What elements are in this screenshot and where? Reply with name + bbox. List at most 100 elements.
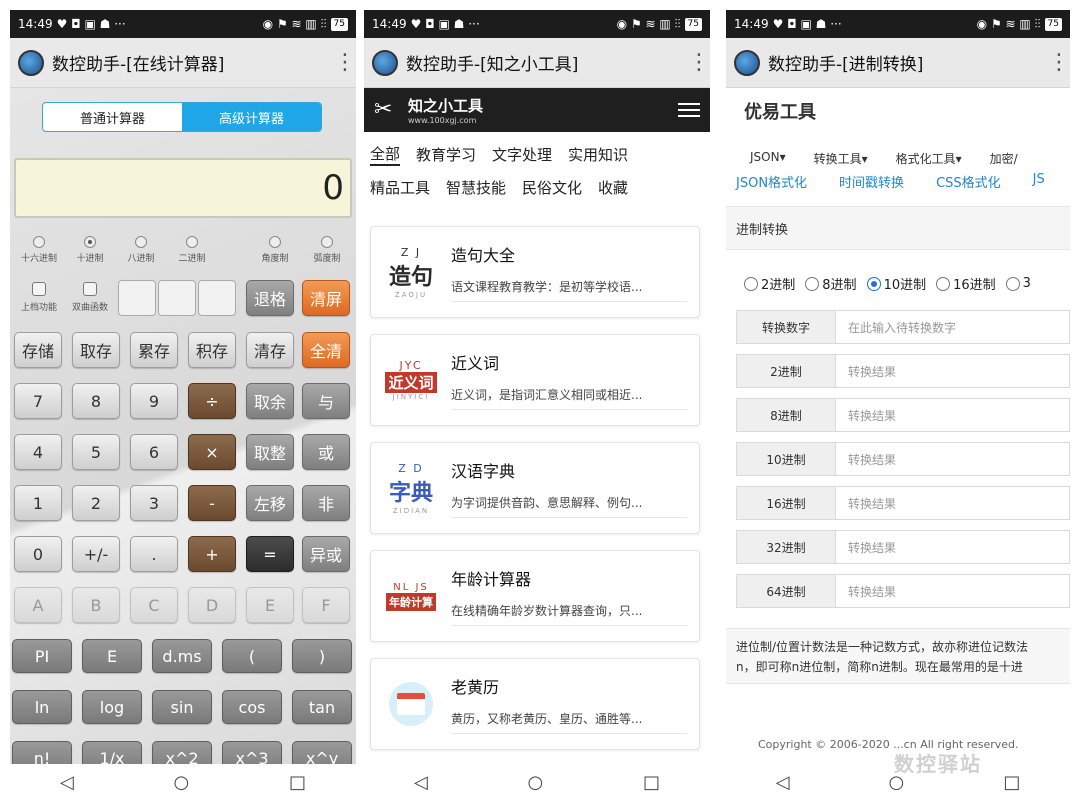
- radio-base-2[interactable]: 2进制: [744, 274, 795, 293]
- back-icon[interactable]: ◁: [60, 772, 74, 793]
- key-tan[interactable]: tan: [292, 690, 352, 724]
- checkbox-shift[interactable]: 上档功能: [14, 282, 64, 313]
- recents-icon[interactable]: □: [289, 772, 306, 793]
- key-hex-b[interactable]: B: [72, 587, 120, 623]
- result-field-16[interactable]: 转换结果: [836, 486, 1070, 520]
- result-field-10[interactable]: 转换结果: [836, 442, 1070, 476]
- link-json-format[interactable]: JSON格式化: [736, 172, 807, 191]
- key-store[interactable]: 存储: [14, 332, 62, 368]
- category-premium[interactable]: 精品工具: [370, 177, 430, 198]
- key-recall[interactable]: 取存: [72, 332, 120, 368]
- key-xor[interactable]: 异或: [302, 536, 350, 572]
- key-clear-screen[interactable]: 清屏: [302, 280, 350, 316]
- radio-radian[interactable]: 弧度制: [302, 236, 352, 264]
- key-and[interactable]: 与: [302, 383, 350, 419]
- radio-base-10[interactable]: 10进制: [866, 274, 926, 293]
- more-menu-icon[interactable]: ⋮: [1048, 51, 1070, 73]
- key-hex-c[interactable]: C: [130, 587, 178, 623]
- key-decimal[interactable]: .: [130, 536, 178, 572]
- menu-convert-tools[interactable]: 转换工具▾: [814, 150, 868, 167]
- radio-octal[interactable]: 八进制: [116, 236, 166, 264]
- list-item[interactable]: Z J 造句 ZAOJU 造句大全 语文课程教育教学：是初等学校语...: [370, 226, 700, 318]
- more-menu-icon[interactable]: ⋮: [688, 51, 710, 73]
- radio-hex[interactable]: 十六进制: [14, 236, 64, 264]
- key-backspace[interactable]: 退格: [246, 280, 294, 316]
- key-3[interactable]: 3: [130, 485, 178, 521]
- key-hex-e[interactable]: E: [246, 587, 294, 623]
- key-4[interactable]: 4: [14, 434, 62, 470]
- category-text[interactable]: 文字处理: [492, 144, 552, 165]
- link-js[interactable]: JS: [1033, 172, 1045, 191]
- key-multiply[interactable]: ×: [188, 434, 236, 470]
- key-hex-d[interactable]: D: [188, 587, 236, 623]
- key-close-paren[interactable]: ): [292, 639, 352, 673]
- category-knowledge[interactable]: 实用知识: [568, 144, 628, 165]
- more-menu-icon[interactable]: ⋮: [334, 51, 356, 73]
- key-mem-clear[interactable]: 清存: [246, 332, 294, 368]
- checkbox-hyperbolic[interactable]: 双曲函数: [65, 282, 115, 313]
- recents-icon[interactable]: □: [643, 772, 660, 793]
- key-or[interactable]: 或: [302, 434, 350, 470]
- menu-encrypt[interactable]: 加密/: [990, 150, 1018, 167]
- key-9[interactable]: 9: [130, 383, 178, 419]
- home-icon[interactable]: ○: [174, 772, 190, 793]
- key-minus[interactable]: -: [188, 485, 236, 521]
- number-input[interactable]: 在此输入待转换数字: [836, 310, 1070, 344]
- radio-base-16[interactable]: 16进制: [936, 274, 996, 293]
- key-all-clear[interactable]: 全清: [302, 332, 350, 368]
- category-all[interactable]: 全部: [370, 143, 401, 166]
- tab-advanced-calculator[interactable]: 高级计算器: [182, 103, 321, 131]
- key-hex-f[interactable]: F: [302, 587, 350, 623]
- key-mod[interactable]: 取余: [246, 383, 294, 419]
- key-mem-add[interactable]: 累存: [130, 332, 178, 368]
- menu-json[interactable]: JSON▾: [750, 150, 786, 167]
- radio-degree[interactable]: 角度制: [250, 236, 300, 264]
- key-log[interactable]: log: [82, 690, 142, 724]
- key-8[interactable]: 8: [72, 383, 120, 419]
- back-icon[interactable]: ◁: [776, 772, 790, 793]
- radio-binary[interactable]: 二进制: [167, 236, 217, 264]
- category-education[interactable]: 教育学习: [416, 144, 476, 165]
- key-not[interactable]: 非: [302, 485, 350, 521]
- key-pi[interactable]: PI: [12, 639, 72, 673]
- key-shift-left[interactable]: 左移: [246, 485, 294, 521]
- key-divide[interactable]: ÷: [188, 383, 236, 419]
- key-mem-mul[interactable]: 积存: [188, 332, 236, 368]
- key-6[interactable]: 6: [130, 434, 178, 470]
- result-field-32[interactable]: 转换结果: [836, 530, 1070, 564]
- key-2[interactable]: 2: [72, 485, 120, 521]
- key-sin[interactable]: sin: [152, 690, 212, 724]
- link-css-format[interactable]: CSS格式化: [936, 172, 1001, 191]
- radio-decimal[interactable]: 十进制: [65, 236, 115, 264]
- list-item[interactable]: Z D 字典 ZIDIAN 汉语字典 为字词提供音韵、意思解释、例句...: [370, 442, 700, 534]
- key-1[interactable]: 1: [14, 485, 62, 521]
- site-brand[interactable]: 优易工具: [744, 98, 816, 124]
- back-icon[interactable]: ◁: [414, 772, 428, 793]
- key-e[interactable]: E: [82, 639, 142, 673]
- key-7[interactable]: 7: [14, 383, 62, 419]
- hamburger-menu-icon[interactable]: [678, 99, 700, 121]
- result-field-8[interactable]: 转换结果: [836, 398, 1070, 432]
- list-item[interactable]: JYC 近义词 JINYICI 近义词 近义词，是指词汇意义相同或相近...: [370, 334, 700, 426]
- key-ln[interactable]: ln: [12, 690, 72, 724]
- link-timestamp[interactable]: 时间戳转换: [839, 172, 904, 191]
- tab-basic-calculator[interactable]: 普通计算器: [43, 103, 182, 131]
- key-cos[interactable]: cos: [222, 690, 282, 724]
- key-5[interactable]: 5: [72, 434, 120, 470]
- radio-base-8[interactable]: 8进制: [805, 274, 857, 293]
- category-folk[interactable]: 民俗文化: [522, 177, 582, 198]
- site-logo[interactable]: 知之小工具 www.100xgj.com: [408, 95, 483, 125]
- key-hex-a[interactable]: A: [14, 587, 62, 623]
- category-skills[interactable]: 智慧技能: [446, 177, 506, 198]
- result-field-64[interactable]: 转换结果: [836, 574, 1070, 608]
- key-negate[interactable]: +/-: [72, 536, 120, 572]
- key-int[interactable]: 取整: [246, 434, 294, 470]
- radio-base-32[interactable]: 3: [1005, 274, 1031, 293]
- result-field-2[interactable]: 转换结果: [836, 354, 1070, 388]
- key-open-paren[interactable]: (: [222, 639, 282, 673]
- recents-icon[interactable]: □: [1003, 772, 1020, 793]
- key-equals[interactable]: =: [246, 536, 294, 572]
- list-item[interactable]: NL JS 年龄计算 年龄计算器 在线精确年龄岁数计算器查询，只...: [370, 550, 700, 642]
- list-item[interactable]: 老黄历 黄历，又称老黄历、皇历、通胜等...: [370, 658, 700, 750]
- key-dms[interactable]: d.ms: [152, 639, 212, 673]
